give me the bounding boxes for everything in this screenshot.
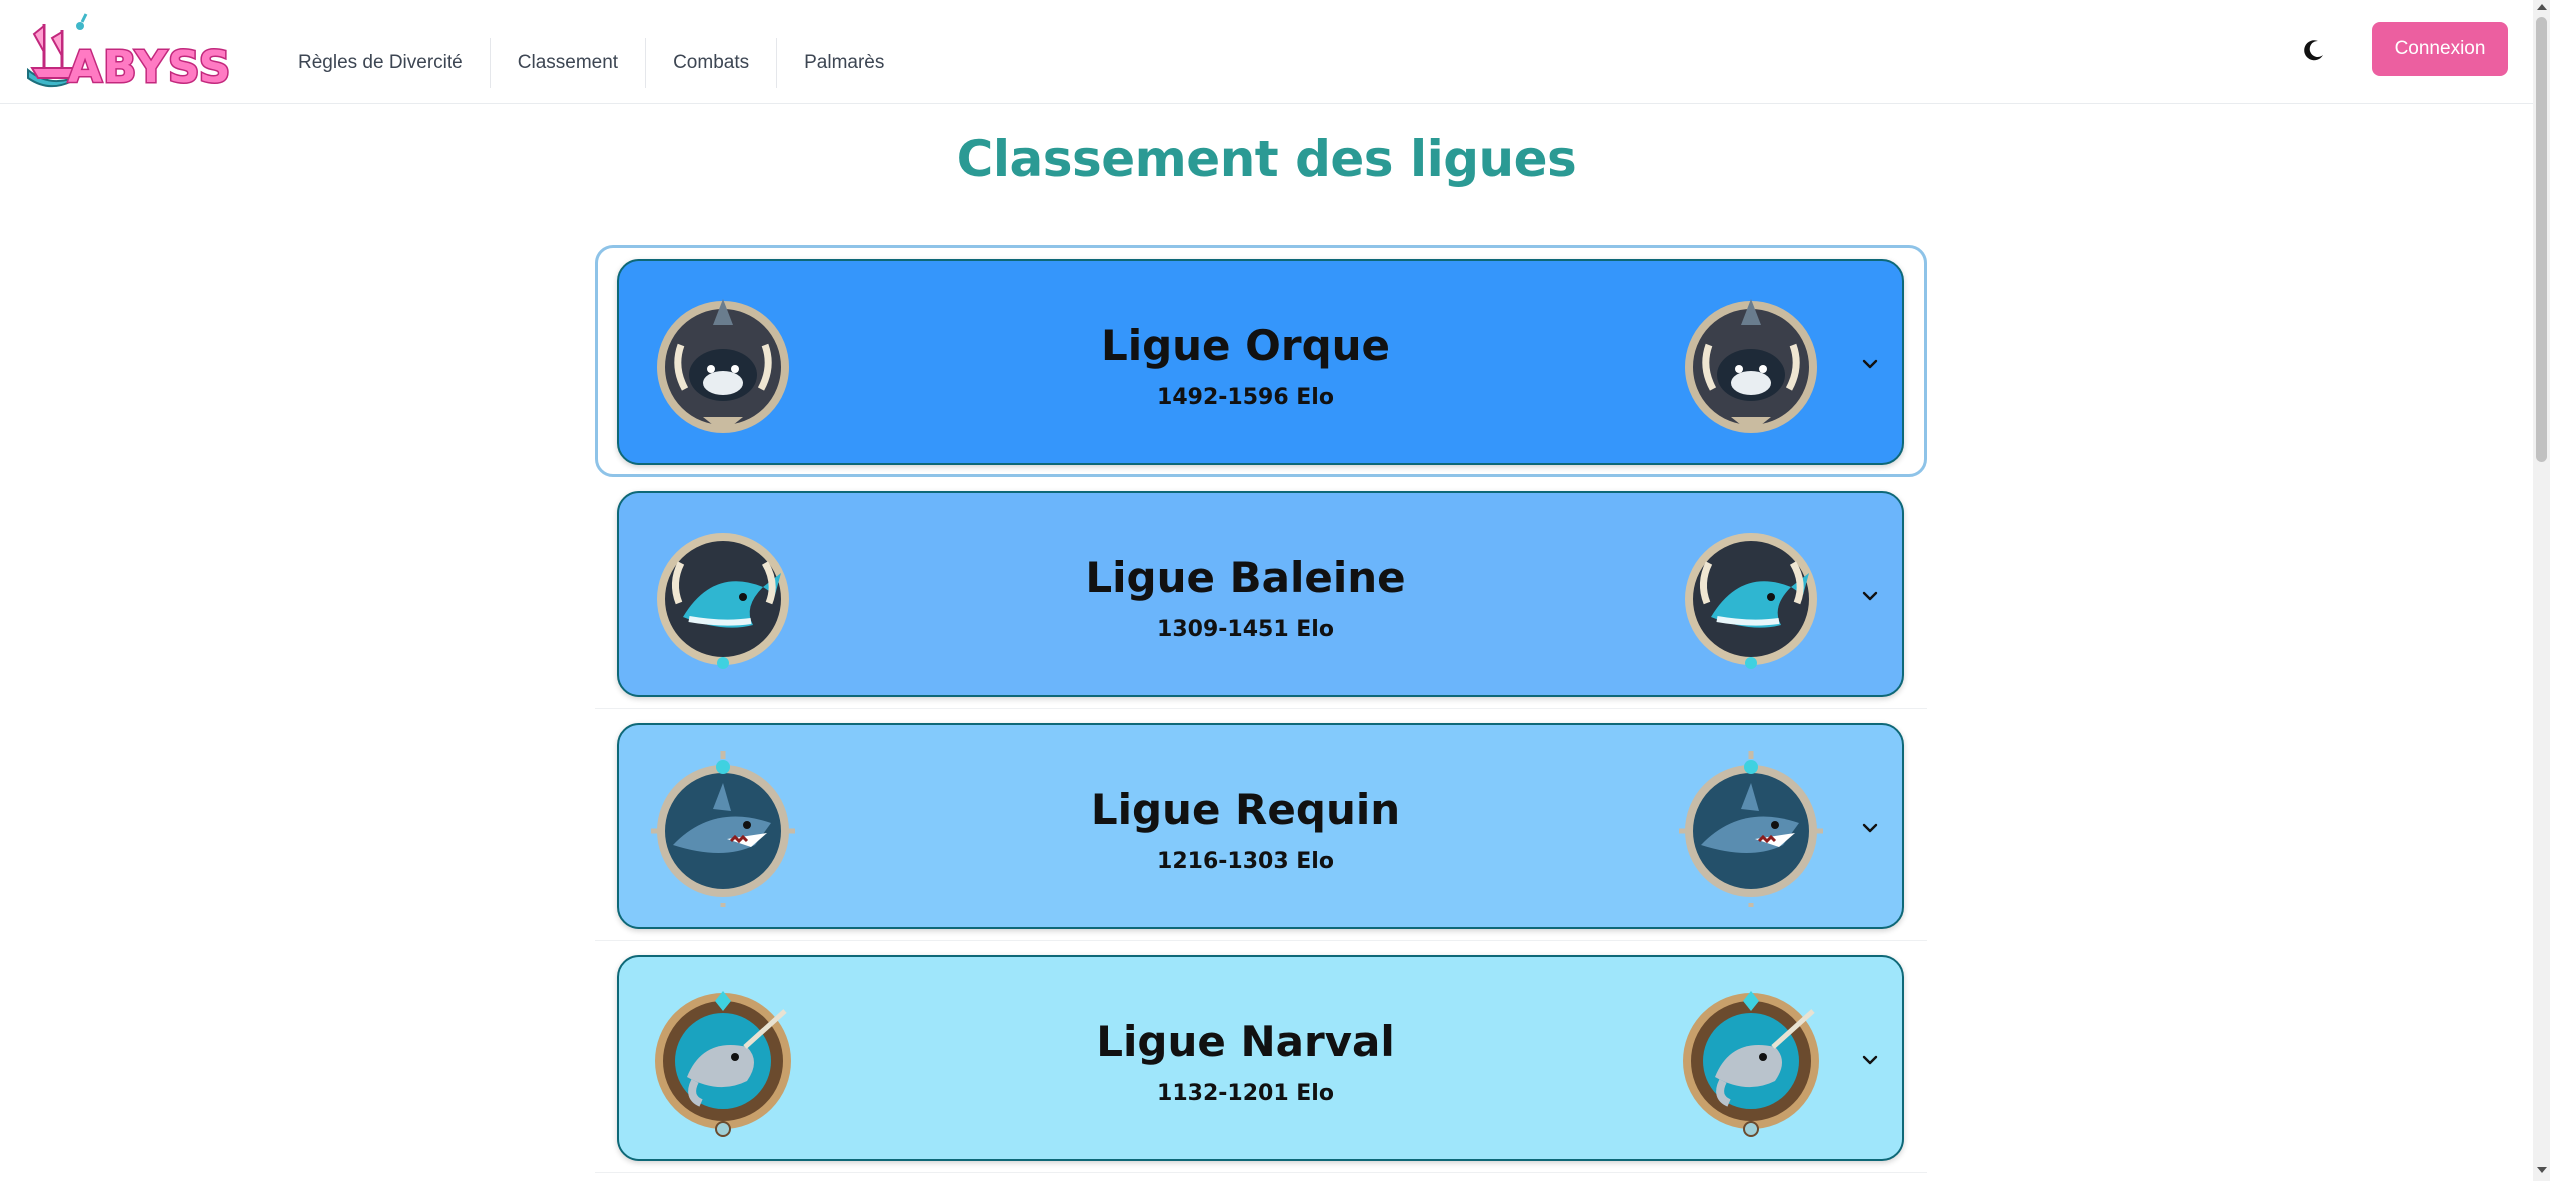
league-row-3: Ligue Requin 1216-1303 Elo [595,709,1927,941]
scroll-up-arrow-icon[interactable] [2537,4,2547,10]
abyss-logo[interactable]: ABYSS [22,12,232,95]
page-title: Classement des ligues [956,130,1577,188]
league-list: Ligue Orque 1492-1596 Elo Ligue Baleine … [595,245,1927,1173]
dark-mode-toggle[interactable] [2298,34,2330,66]
league-card-1[interactable]: Ligue Orque 1492-1596 Elo [617,259,1904,465]
narwhal-emblem-icon [1683,991,1819,1137]
shark-emblem-icon [1679,751,1823,907]
chevron-down-icon[interactable] [1861,1053,1879,1067]
logo-text: ABYSS [66,41,232,95]
league-row-1: Ligue Orque 1492-1596 Elo [595,245,1927,477]
nav-rules[interactable]: Règles de Divercité [270,38,490,88]
league-row-4: Ligue Narval 1132-1201 Elo [595,941,1927,1173]
main-nav: Règles de Divercité Classement Combats P… [270,38,911,88]
moon-icon [2304,40,2323,61]
top-navbar: ABYSS Règles de Divercité Classement Com… [0,0,2533,104]
scroll-down-arrow-icon[interactable] [2537,1167,2547,1173]
chevron-down-icon[interactable] [1861,357,1879,371]
nav-honours[interactable]: Palmarès [776,38,911,88]
nav-fights[interactable]: Combats [645,38,776,88]
league-card-4[interactable]: Ligue Narval 1132-1201 Elo [617,955,1904,1161]
nav-ranking[interactable]: Classement [489,38,645,88]
scrollbar-thumb[interactable] [2536,17,2547,462]
chevron-down-icon[interactable] [1861,589,1879,603]
login-button[interactable]: Connexion [2372,22,2508,76]
orca-emblem-icon [1685,299,1817,433]
whale-emblem-icon [1685,533,1817,669]
league-card-3[interactable]: Ligue Requin 1216-1303 Elo [617,723,1904,929]
page-scrollbar[interactable] [2533,0,2550,1181]
league-card-2[interactable]: Ligue Baleine 1309-1451 Elo [617,491,1904,697]
chevron-down-icon[interactable] [1861,821,1879,835]
league-row-2: Ligue Baleine 1309-1451 Elo [595,477,1927,709]
